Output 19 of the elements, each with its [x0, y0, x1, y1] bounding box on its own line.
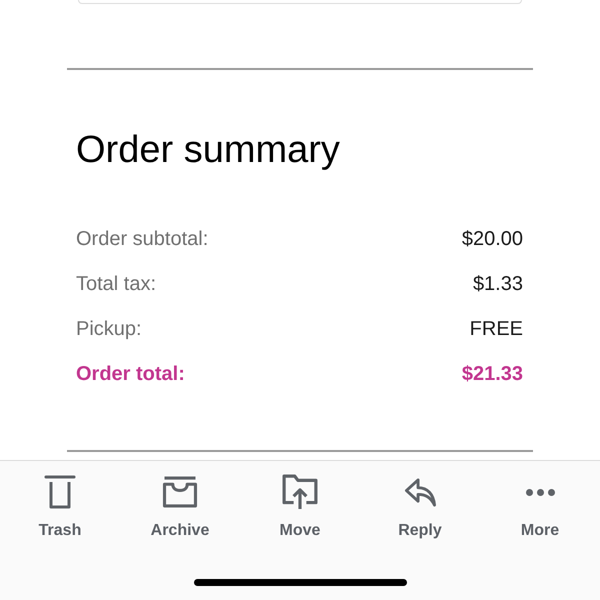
toolbar-button[interactable]: Archive: [120, 461, 240, 541]
folder-arrow-icon: [282, 474, 318, 510]
section-title: Order summary: [76, 130, 340, 170]
summary-label: Pickup:: [76, 316, 142, 342]
toolbar-button[interactable]: Reply: [360, 461, 480, 541]
total-value: $21.33: [462, 362, 523, 386]
toolbar-button[interactable]: More: [480, 461, 600, 541]
total-label: Order total:: [76, 362, 185, 386]
toolbar-button[interactable]: Move: [240, 461, 360, 541]
toolbar-button[interactable]: Trash: [0, 461, 120, 541]
more-icon: [526, 488, 554, 496]
summary-value: $20.00: [462, 226, 523, 252]
archive-icon: [162, 476, 198, 508]
summary-label: Total tax:: [76, 272, 156, 296]
summary-value: FREE: [470, 316, 523, 342]
summary-value: $1.33: [472, 272, 523, 296]
reply-icon: [403, 477, 437, 507]
trash-icon: [44, 474, 76, 510]
summary-label: Order subtotal:: [76, 226, 208, 252]
